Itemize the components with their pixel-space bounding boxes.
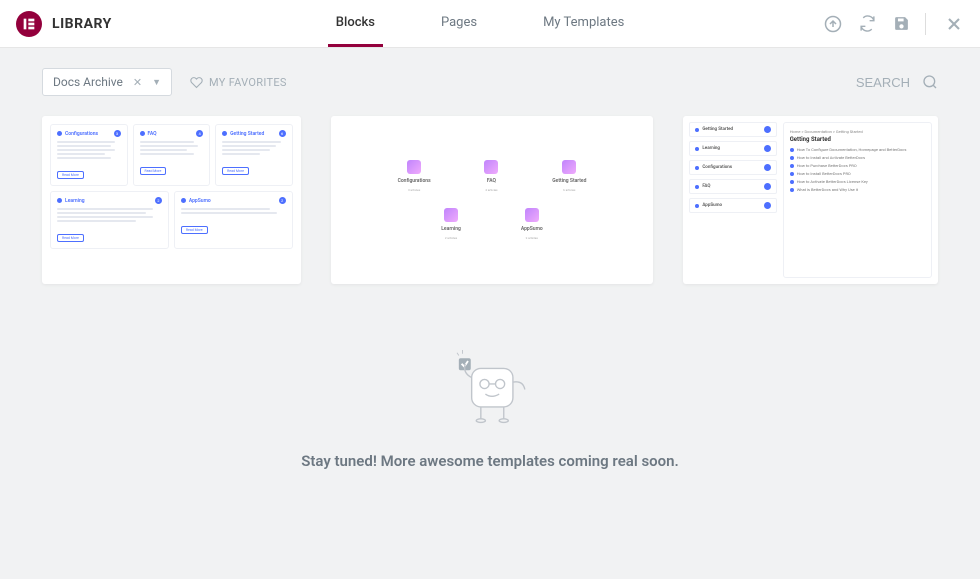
library-title: LIBRARY [52,16,112,32]
empty-state-text: Stay tuned! More awesome templates comin… [301,452,679,470]
template-card[interactable]: Configurations3Read More FAQ4Read More G… [42,116,301,284]
my-favorites-button[interactable]: MY FAVORITES [190,76,287,89]
save-icon[interactable] [891,14,911,34]
robot-illustration [435,344,545,434]
heart-icon [190,76,203,89]
chevron-down-icon: ▼ [152,77,161,88]
header-actions [823,13,980,35]
category-dropdown[interactable]: Docs Archive ✕ ▼ [42,68,172,96]
tab-pages[interactable]: Pages [433,0,485,47]
tab-blocks[interactable]: Blocks [328,0,383,47]
tabs: Blocks Pages My Templates [328,0,633,47]
sync-icon[interactable] [857,14,877,34]
close-icon[interactable] [944,14,964,34]
tab-my-templates[interactable]: My Templates [535,0,632,47]
elementor-logo [16,11,42,37]
template-card[interactable]: Configurations3 articles FAQ4 articles G… [331,116,654,284]
search-input[interactable] [830,75,910,90]
favorites-label: MY FAVORITES [209,76,287,89]
search-icon[interactable] [922,74,938,90]
clear-filter-icon[interactable]: ✕ [133,76,142,89]
empty-state: Stay tuned! More awesome templates comin… [0,344,980,470]
upload-icon[interactable] [823,14,843,34]
dropdown-value: Docs Archive [53,75,123,89]
divider [925,13,926,35]
header: LIBRARY Blocks Pages My Templates [0,0,980,48]
templates-grid: Configurations3Read More FAQ4Read More G… [0,108,980,304]
search-wrap [830,74,938,90]
toolbar: Docs Archive ✕ ▼ MY FAVORITES [0,48,980,108]
logo-wrap: LIBRARY [0,11,128,37]
template-card[interactable]: Getting Started Learning Configurations … [683,116,938,284]
